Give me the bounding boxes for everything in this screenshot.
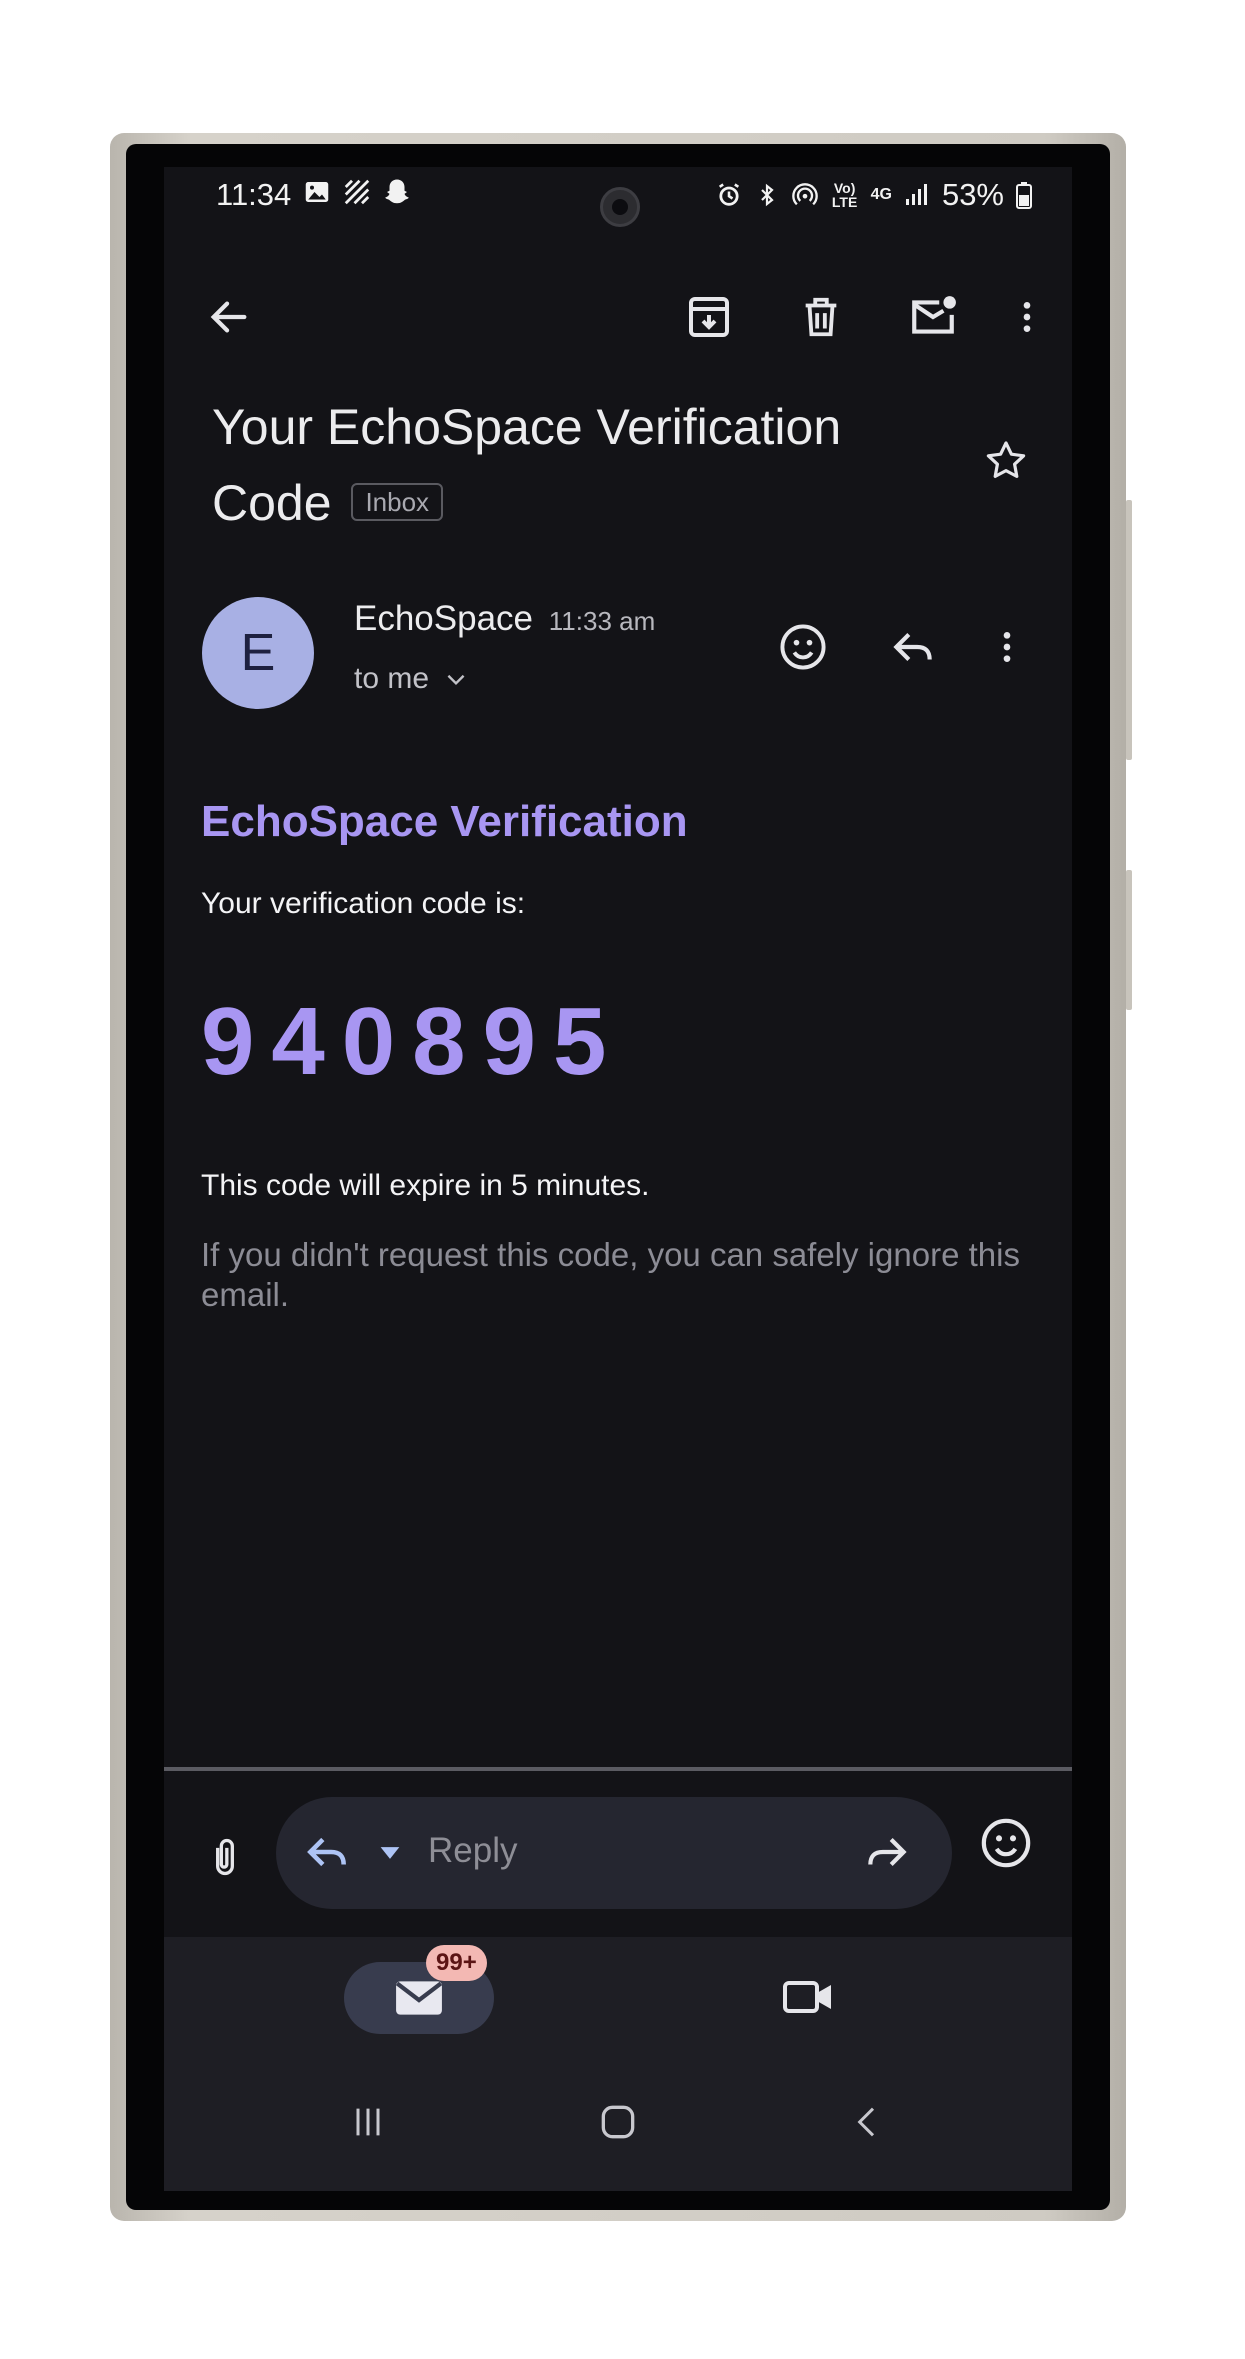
email-toolbar [164,267,1072,367]
email-subject: Your EchoSpace Verification Code Inbox [212,389,912,541]
forward-icon [868,1838,907,1866]
bottom-nav: 99+ [164,1937,1072,2191]
emoji-icon [981,1818,1031,1868]
status-time: 11:34 [216,177,292,212]
back-button[interactable] [184,267,274,367]
reply-button[interactable] [878,612,948,682]
delete-button[interactable] [776,267,866,367]
signal-icon [905,184,927,205]
subject-line-1: Your EchoSpace Verification [212,399,842,455]
image-icon [305,182,329,202]
status-right-icons: Vo) LTE 4G 53% [715,177,1032,213]
battery-icon [1016,182,1032,209]
status-left-icons [302,177,412,207]
paperclip-icon [216,1838,234,1876]
home-button[interactable] [578,2087,658,2157]
sender-row: EchoSpace 11:33 am [354,599,655,639]
sender-name: EchoSpace [354,599,534,638]
reply-input[interactable]: Reply [276,1797,952,1909]
snapchat-icon [385,179,409,204]
ignore-note: If you didn't request this code, you can… [201,1236,1020,1313]
inbox-label-chip[interactable]: Inbox [351,482,444,521]
emoji-icon [780,624,826,670]
subject-line-2-row: Code Inbox [212,465,912,541]
star-icon [986,441,1026,478]
alarm-icon [718,183,739,206]
mail-icon [395,1981,443,2015]
more-vert-icon [1003,632,1011,662]
recipient-label: to me [354,662,430,695]
react-emoji-button[interactable] [768,612,838,682]
front-camera [600,187,640,227]
message-more-button[interactable] [972,612,1042,682]
forward-button[interactable] [862,1827,912,1882]
phone-screen: 11:34 Vo) LTE 4G 53% Your EchoSpace Veri… [164,167,1072,2191]
star-button[interactable] [982,437,1030,490]
reply-placeholder: Reply [428,1831,518,1870]
archive-icon [689,297,729,337]
battery-percent: 53% [941,177,1004,212]
reply-type-dropdown[interactable] [376,1843,404,1868]
hatch-icon [344,179,370,205]
phone-side-button [1126,870,1132,1010]
recents-icon [356,2108,380,2136]
home-icon [601,2105,635,2139]
attach-button[interactable] [190,1817,260,1897]
volte-label: Vo) LTE [831,180,858,210]
compose-emoji-button[interactable] [978,1815,1034,1876]
compose-row: Reply [164,1797,1072,1917]
network-label: 4G [870,186,892,203]
recipient-toggle[interactable]: to me [354,662,469,696]
more-vert-icon [1023,302,1031,332]
caret-down-icon [380,1847,400,1859]
reply-icon [307,1837,346,1867]
bluetooth-icon [760,183,774,207]
verification-code: 940895 [201,988,624,1095]
phone-side-button [1126,500,1132,760]
recents-button[interactable] [328,2087,408,2157]
mail-badge: 99+ [426,1945,487,1981]
expire-note: This code will expire in 5 minutes. [201,1169,650,1202]
subject-line-2: Code [212,475,332,531]
body-intro: Your verification code is: [201,887,526,920]
chevron-down-icon [447,674,465,686]
trash-icon [805,297,837,337]
system-nav-bar [164,2067,1072,2177]
reply-icon [893,633,932,661]
meet-tab[interactable] [774,1967,844,2027]
back-arrow-icon [210,301,247,333]
mark-unread-button[interactable] [888,267,978,367]
body-heading: EchoSpace Verification [201,797,688,846]
hotspot-icon [791,183,818,206]
sent-time: 11:33 am [548,606,656,636]
archive-button[interactable] [664,267,754,367]
sender-avatar[interactable]: E [202,597,314,709]
video-camera-icon [783,1981,831,2013]
divider [164,1767,1072,1771]
reply-type-icon[interactable] [302,1827,352,1882]
mark-unread-icon [912,296,956,334]
status-bar: 11:34 Vo) LTE 4G 53% [164,167,1072,227]
more-options-button[interactable] [982,267,1072,367]
back-chevron-icon [857,2107,875,2137]
system-back-button[interactable] [828,2087,908,2157]
